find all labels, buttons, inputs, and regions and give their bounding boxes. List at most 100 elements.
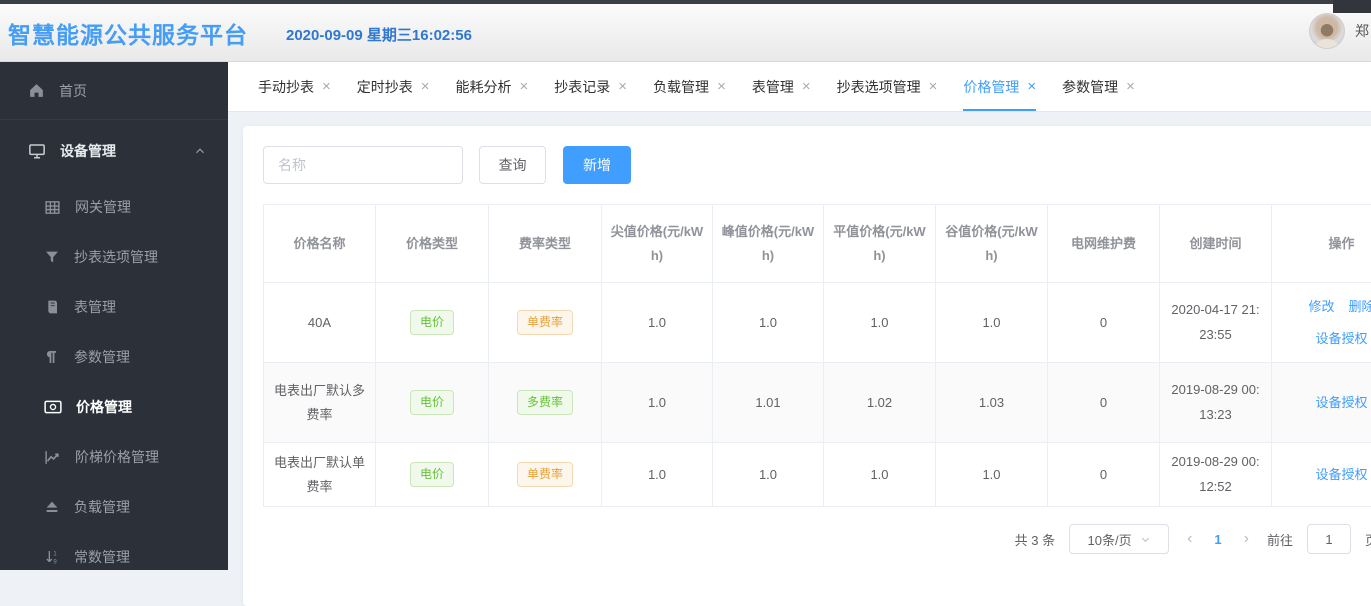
cell-price-name: 40A (264, 283, 376, 363)
cell-actions: 修改删除设备授权 (1272, 283, 1371, 363)
grid-icon (44, 199, 61, 216)
tab[interactable]: 抄表记录 × (541, 62, 640, 111)
add-button[interactable]: 新增 (563, 146, 631, 184)
cell-valley-price: 1.0 (936, 283, 1048, 363)
cell-valley-price: 1.03 (936, 363, 1048, 443)
sidebar-item-constant-mgmt[interactable]: 1 9 常数管理 (0, 532, 228, 582)
tab[interactable]: 参数管理 × (1049, 62, 1148, 111)
sidebar-item-load-mgmt[interactable]: 负载管理 (0, 482, 228, 532)
tab-label: 手动抄表 (258, 77, 314, 97)
tab[interactable]: 负载管理 × (640, 62, 739, 111)
sidebar-item-label: 设备管理 (60, 141, 116, 161)
line-chart-icon (44, 449, 61, 466)
close-icon[interactable]: × (1027, 79, 1036, 94)
sidebar-item-label: 价格管理 (76, 397, 132, 417)
cell-price-name: 电表出厂默认多费率 (264, 363, 376, 443)
close-icon[interactable]: × (929, 79, 938, 94)
price-type-badge: 电价 (410, 310, 454, 335)
toolbar: 查询 新增 (263, 146, 1371, 184)
tab[interactable]: 定时抄表 × (344, 62, 443, 111)
sidebar: 首页 设备管理 网关管理 抄表选项管理 表管理 参数管理 (0, 62, 228, 570)
close-icon[interactable]: × (1126, 79, 1135, 94)
cell-grid-fee: 0 (1048, 363, 1160, 443)
cell-rate-type: 多费率 (489, 363, 602, 443)
sidebar-item-label: 负载管理 (74, 497, 130, 517)
cell-sharp-price: 1.0 (602, 283, 713, 363)
sidebar-item-gateway-mgmt[interactable]: 网关管理 (0, 182, 228, 232)
money-icon (44, 399, 62, 415)
chevron-down-icon (1140, 534, 1151, 545)
prev-page-icon[interactable]: ‹ (1183, 530, 1196, 548)
sidebar-item-param-mgmt[interactable]: 参数管理 (0, 332, 228, 382)
close-icon[interactable]: × (322, 79, 331, 94)
tab-label: 定时抄表 (357, 77, 413, 97)
column-header: 费率类型 (489, 205, 602, 283)
main-area: 手动抄表 × 定时抄表 × 能耗分析 × 抄表记录 × 负载管理 × 表管理 ×… (228, 62, 1371, 570)
sidebar-item-home[interactable]: 首页 (0, 62, 228, 120)
app-title: 智慧能源公共服务平台 (8, 16, 248, 50)
table-row: 电表出厂默认多费率 电价 多费率 1.0 1.01 1.02 1.03 0 20… (264, 363, 1371, 443)
svg-text:9: 9 (53, 560, 57, 565)
rate-type-badge: 单费率 (517, 310, 573, 335)
close-icon[interactable]: × (802, 79, 811, 94)
next-page-icon[interactable]: › (1240, 530, 1253, 548)
column-header: 尖值价格(元/kWh) (602, 205, 713, 283)
query-button[interactable]: 查询 (479, 146, 546, 184)
close-icon[interactable]: × (618, 79, 627, 94)
cell-rate-type: 单费率 (489, 443, 602, 507)
close-icon[interactable]: × (520, 79, 529, 94)
cell-price-type: 电价 (376, 283, 489, 363)
pilcrow-icon (44, 349, 60, 365)
goto-page-input[interactable] (1307, 524, 1351, 554)
window-top-strip (0, 0, 1371, 4)
tab-label: 负载管理 (653, 77, 709, 97)
cell-rate-type: 单费率 (489, 283, 602, 363)
action-link[interactable]: 修改 (1308, 295, 1334, 318)
filter-icon (44, 249, 60, 265)
cell-flat-price: 1.0 (824, 443, 936, 507)
cell-price-type: 电价 (376, 443, 489, 507)
tab[interactable]: 价格管理 × (950, 62, 1049, 111)
tab[interactable]: 能耗分析 × (443, 62, 542, 111)
action-link[interactable]: 删除 (1349, 295, 1371, 318)
page-number[interactable]: 1 (1210, 532, 1225, 547)
close-icon[interactable]: × (717, 79, 726, 94)
tab[interactable]: 手动抄表 × (245, 62, 344, 111)
page-size-select[interactable]: 10条/页 (1069, 524, 1169, 554)
sidebar-item-label: 抄表选项管理 (74, 247, 158, 267)
home-icon (28, 82, 45, 99)
column-header: 峰值价格(元/kWh) (713, 205, 824, 283)
cell-peak-price: 1.0 (713, 283, 824, 363)
action-link[interactable]: 设备授权 (1315, 327, 1367, 350)
monitor-icon (28, 142, 46, 160)
action-link[interactable]: 设备授权 (1315, 463, 1367, 486)
window-corner-block (1333, 0, 1371, 13)
goto-unit: 页 (1365, 530, 1371, 549)
cell-actions: 设备授权 (1272, 363, 1371, 443)
tab[interactable]: 表管理 × (739, 62, 824, 111)
user-box[interactable]: 郑 (1309, 13, 1369, 49)
sidebar-item-tier-price-mgmt[interactable]: 阶梯价格管理 (0, 432, 228, 482)
sidebar-item-meter-mgmt[interactable]: 表管理 (0, 282, 228, 332)
cell-actions: 设备授权 (1272, 443, 1371, 507)
sidebar-item-label: 常数管理 (74, 547, 130, 567)
header-datetime: 2020-09-09 星期三16:02:56 (286, 24, 472, 45)
sidebar-item-price-mgmt[interactable]: 价格管理 (0, 382, 228, 432)
sort-numeric-icon: 1 9 (44, 549, 60, 565)
sidebar-item-device-mgmt[interactable]: 设备管理 (0, 120, 228, 182)
close-icon[interactable]: × (421, 79, 430, 94)
column-header: 价格名称 (264, 205, 376, 283)
page-size-value: 10条/页 (1088, 530, 1132, 549)
avatar[interactable] (1309, 13, 1345, 49)
search-input[interactable] (263, 146, 463, 184)
tab-label: 表管理 (752, 77, 794, 97)
price-type-badge: 电价 (410, 462, 454, 487)
sidebar-item-meter-option-mgmt[interactable]: 抄表选项管理 (0, 232, 228, 282)
chevron-up-icon (194, 145, 206, 157)
tab-bar: 手动抄表 × 定时抄表 × 能耗分析 × 抄表记录 × 负载管理 × 表管理 ×… (228, 62, 1371, 112)
action-link[interactable]: 设备授权 (1315, 391, 1367, 414)
person-icon (1312, 20, 1342, 48)
tab[interactable]: 抄表选项管理 × (824, 62, 951, 111)
rate-type-badge: 多费率 (517, 390, 573, 415)
cell-price-type: 电价 (376, 363, 489, 443)
